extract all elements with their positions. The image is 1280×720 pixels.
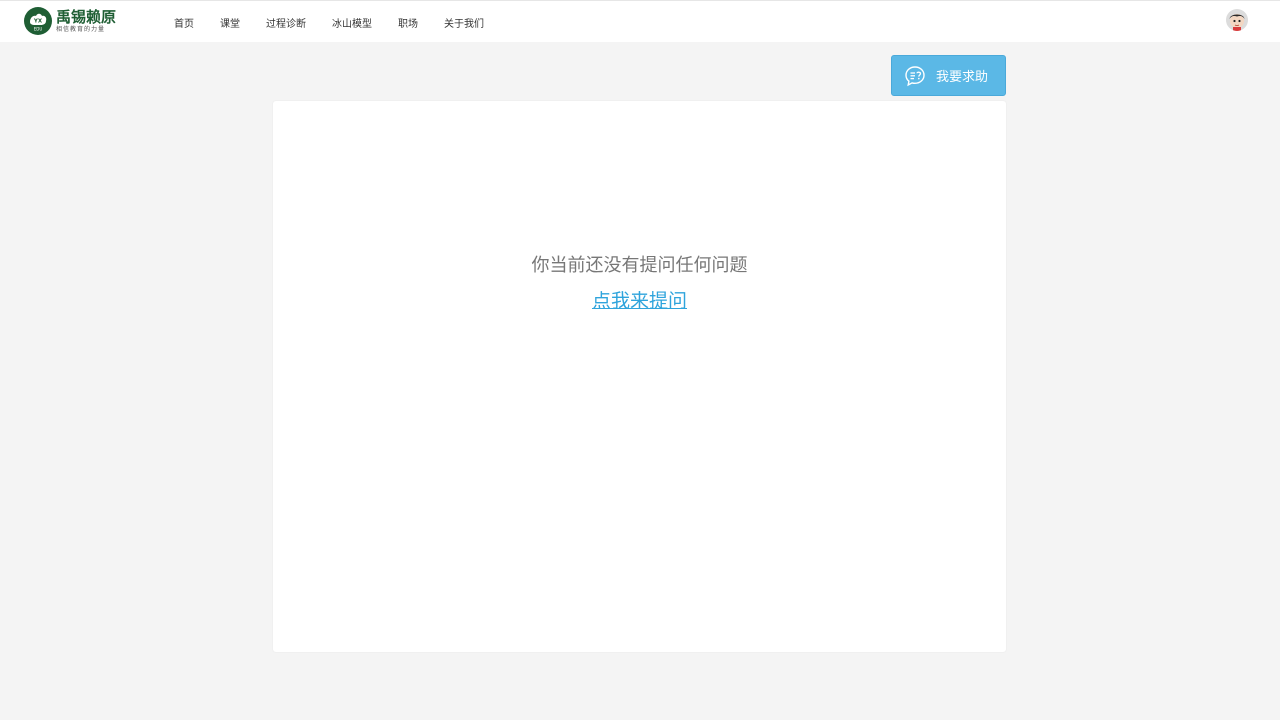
logo-badge-top-text: YX: [33, 19, 43, 25]
top-navigation-bar: YX EDU 禹锡赖原 相信教育的力量 首页 课堂 过程诊断 冰山模型 职场 关…: [0, 0, 1280, 42]
ask-for-help-label: 我要求助: [936, 70, 989, 85]
nav-item-process-diagnosis[interactable]: 过程诊断: [256, 15, 316, 30]
logo-badge-icon: YX EDU: [24, 7, 52, 35]
site-logo[interactable]: YX EDU 禹锡赖原 相信教育的力量: [24, 5, 116, 37]
logo-badge-bottom-text: EDU: [34, 27, 43, 32]
questions-panel: 你当前还没有提问任何问题 点我来提问: [273, 101, 1006, 652]
chat-question-icon: [904, 65, 926, 87]
nav-item-workplace[interactable]: 职场: [388, 15, 428, 30]
nav-item-iceberg-model[interactable]: 冰山模型: [322, 15, 382, 30]
ask-for-help-button[interactable]: 我要求助: [891, 55, 1006, 96]
ask-question-link[interactable]: 点我来提问: [273, 286, 1006, 313]
empty-questions-message: 你当前还没有提问任何问题: [531, 255, 748, 276]
user-avatar-icon[interactable]: [1226, 9, 1248, 31]
logo-text-group: 禹锡赖原 相信教育的力量: [56, 7, 117, 33]
logo-title: 禹锡赖原: [56, 7, 117, 26]
main-nav: 首页 课堂 过程诊断 冰山模型 职场 关于我们: [164, 1, 494, 43]
logo-slogan: 相信教育的力量: [56, 25, 106, 33]
nav-item-about-us[interactable]: 关于我们: [434, 15, 494, 30]
nav-item-home[interactable]: 首页: [164, 15, 204, 30]
nav-item-classroom[interactable]: 课堂: [210, 15, 250, 30]
